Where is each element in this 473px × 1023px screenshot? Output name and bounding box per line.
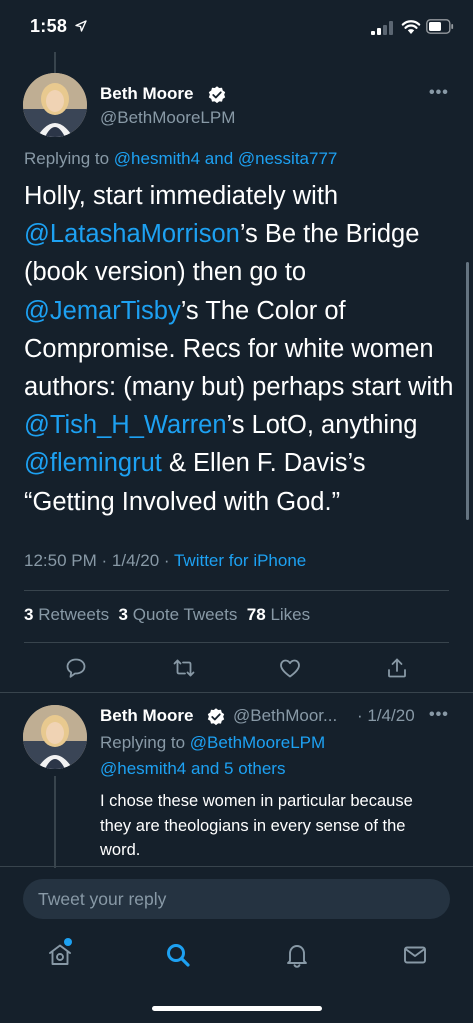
more-icon[interactable]: •••	[429, 84, 449, 102]
tweet-stats: 3 Retweets 3 Quote Tweets 78 Likes	[24, 605, 310, 625]
signal-icon	[371, 21, 393, 35]
replying-others-link[interactable]: @hesmith4 and 5 others	[100, 759, 285, 779]
mention-link[interactable]: @Tish_H_Warren	[24, 411, 227, 439]
thread-connector-line	[54, 776, 56, 868]
scrollbar[interactable]	[466, 262, 469, 520]
verified-icon	[207, 708, 225, 726]
author-handle[interactable]: @BethMooreLPM	[100, 108, 235, 128]
reply-text: I chose these women in particular becaus…	[100, 792, 413, 859]
tweet-meta: 12:50 PM · 1/4/20 · Twitter for iPhone	[24, 551, 307, 570]
avatar[interactable]	[23, 705, 87, 769]
reply-icon[interactable]	[64, 656, 88, 680]
messages-icon[interactable]	[402, 942, 428, 968]
mention-link[interactable]: @LatashaMorrison	[24, 220, 240, 248]
tweet-date: 1/4/20	[111, 551, 160, 570]
verified-icon	[208, 86, 226, 104]
home-icon[interactable]	[47, 942, 73, 968]
battery-icon	[426, 19, 454, 34]
mention-link[interactable]: @flemingrut	[24, 449, 162, 477]
reply-author-name[interactable]: Beth Moore	[100, 706, 194, 726]
wifi-icon	[401, 20, 421, 34]
search-icon[interactable]	[165, 942, 191, 968]
quote-tweets-stat[interactable]: 3 Quote Tweets	[119, 605, 238, 624]
divider	[24, 590, 449, 591]
tweet-time: 12:50 PM	[24, 551, 97, 570]
divider	[0, 866, 473, 867]
status-time: 1:58	[30, 16, 68, 36]
replying-prefix: Replying to	[100, 733, 186, 752]
author-name[interactable]: Beth Moore	[100, 84, 194, 104]
home-indicator[interactable]	[152, 1006, 322, 1011]
reply-replying-to: Replying to @BethMooreLPM	[100, 733, 325, 753]
notifications-icon[interactable]	[284, 942, 310, 968]
tweet-text: Holly, start immediately with @LatashaMo…	[24, 177, 454, 521]
tweet-text-segment: Holly, start immediately with	[24, 182, 339, 210]
retweet-icon[interactable]	[172, 656, 196, 680]
notification-dot	[64, 938, 72, 946]
location-arrow-icon	[75, 20, 87, 32]
avatar[interactable]	[23, 73, 87, 137]
thread-connector-line	[54, 52, 56, 74]
reply-author-handle[interactable]: @BethMoor...	[233, 706, 337, 726]
mention-link[interactable]: @hesmith4	[114, 149, 200, 168]
mention-link[interactable]: @JemarTisby	[24, 297, 181, 325]
replying-to: Replying to @hesmith4 and @nessita777	[24, 149, 337, 169]
mention-link[interactable]: @BethMooreLPM	[190, 733, 325, 752]
mention-link[interactable]: @nessita777	[238, 149, 338, 168]
tweet-source[interactable]: Twitter for iPhone	[174, 551, 306, 570]
likes-stat[interactable]: 78 Likes	[247, 605, 310, 624]
share-icon[interactable]	[385, 656, 409, 680]
reply-input[interactable]: Tweet your reply	[23, 879, 450, 919]
like-icon[interactable]	[278, 656, 302, 680]
retweets-stat[interactable]: 3 Retweets	[24, 605, 109, 624]
tweet-text-segment: ’s LotO, anything	[226, 411, 418, 440]
reply-date: · 1/4/20	[357, 706, 415, 725]
more-icon[interactable]: •••	[429, 706, 449, 724]
divider	[24, 642, 449, 643]
replying-and: and	[204, 149, 234, 168]
replying-prefix: Replying to	[24, 149, 110, 168]
divider	[0, 692, 473, 693]
